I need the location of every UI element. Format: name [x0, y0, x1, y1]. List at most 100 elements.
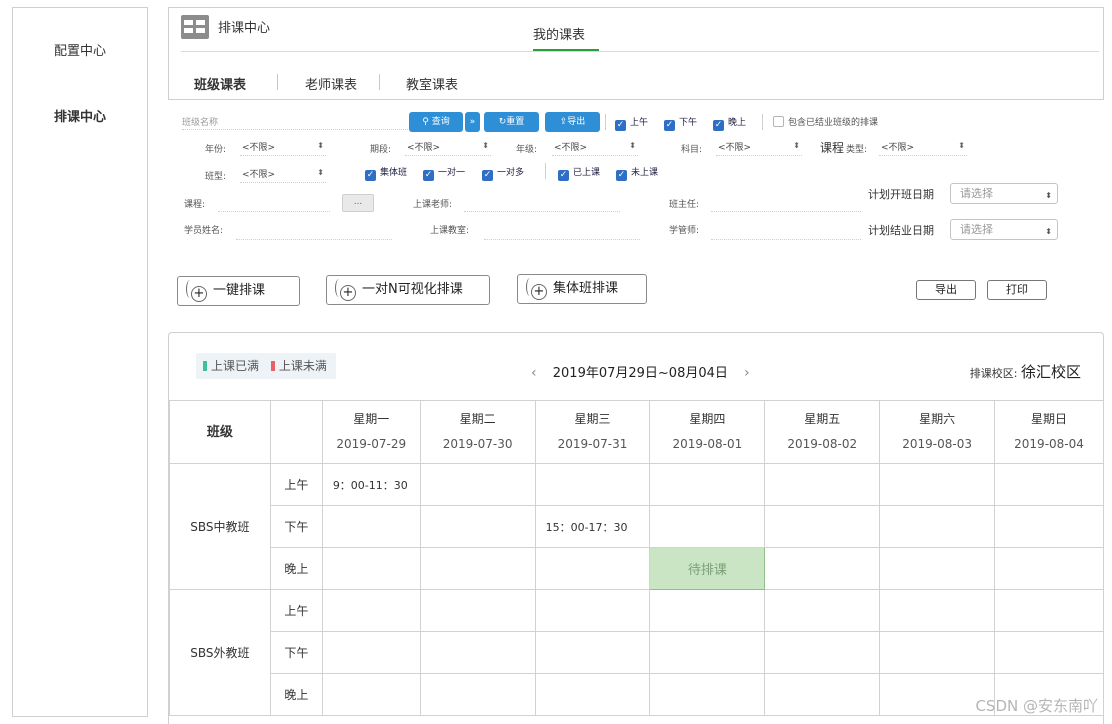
class-name-input[interactable]: 班级名称: [182, 115, 408, 130]
sidebar-item-config-center[interactable]: 配置中心: [13, 40, 147, 59]
schedule-cell[interactable]: [649, 463, 766, 506]
tab-teacher-schedule[interactable]: 老师课表: [305, 74, 357, 93]
day-name: 星期日: [1031, 412, 1068, 426]
schedule-cell[interactable]: [879, 547, 996, 590]
schedule-cell[interactable]: [879, 631, 996, 674]
checkbox-evening[interactable]: ✓ 晚上: [713, 115, 746, 131]
schedule-cell[interactable]: 15：00-17：30: [534, 505, 651, 548]
classroom-label: 上课教室:: [430, 226, 470, 236]
schedule-cell[interactable]: [994, 547, 1104, 590]
print-button[interactable]: 打印: [987, 280, 1047, 300]
schedule-cell[interactable]: [994, 463, 1104, 506]
export-filter-button-label: 导出: [567, 117, 586, 127]
schedule-cell[interactable]: [649, 589, 766, 632]
checkbox-attended[interactable]: ✓ 已上课: [558, 165, 600, 181]
tab-classroom-schedule[interactable]: 教室课表: [406, 74, 458, 93]
checkbox-one-to-one[interactable]: ✓ 一对一: [423, 165, 465, 181]
schedule-cell[interactable]: [419, 463, 536, 506]
tab-class-schedule[interactable]: 班级课表: [194, 74, 246, 93]
course-type-select[interactable]: <不限> ⬍: [879, 140, 967, 156]
export-button[interactable]: 导出: [916, 280, 976, 300]
schedule-cell[interactable]: [649, 673, 766, 716]
schedule-cell[interactable]: [419, 631, 536, 674]
grade-select-value: <不限>: [554, 143, 588, 153]
schedule-cell[interactable]: [419, 547, 536, 590]
schedule-cell[interactable]: [419, 505, 536, 548]
schedule-cell[interactable]: [649, 631, 766, 674]
period-column-header: [269, 400, 323, 464]
schedule-cell[interactable]: [321, 631, 421, 674]
query-button[interactable]: ⚲ 查询: [409, 112, 463, 132]
year-select[interactable]: <不限> ⬍: [240, 140, 326, 156]
schedule-cell[interactable]: [321, 547, 421, 590]
start-date-select[interactable]: 请选择 ⬍: [950, 183, 1058, 204]
schedule-cell[interactable]: [534, 589, 651, 632]
schedule-cell[interactable]: [764, 547, 881, 590]
checkbox-one-to-many[interactable]: ✓ 一对多: [482, 165, 524, 181]
course-input[interactable]: [218, 197, 330, 212]
schedule-cell[interactable]: [764, 463, 881, 506]
head-teacher-input[interactable]: [711, 197, 861, 212]
campus-selector[interactable]: 排课校区: 徐汇校区: [970, 361, 1081, 382]
course-type-prefix: 课程: [820, 141, 845, 155]
one-to-n-schedule-button[interactable]: + 一对N可视化排课: [326, 275, 490, 305]
schedule-cell[interactable]: [994, 505, 1104, 548]
schedule-cell[interactable]: [534, 631, 651, 674]
one-to-n-schedule-label: 一对N可视化排课: [362, 282, 463, 297]
schedule-cell[interactable]: [321, 673, 421, 716]
subject-select-value: <不限>: [718, 143, 752, 153]
checkbox-afternoon[interactable]: ✓ 下午: [664, 115, 697, 131]
schedule-cell[interactable]: [879, 505, 996, 548]
checkbox-morning[interactable]: ✓ 上午: [615, 115, 648, 131]
schedule-cell[interactable]: [321, 505, 421, 548]
schedule-cell[interactable]: [994, 589, 1104, 632]
check-icon: ✓: [423, 170, 434, 181]
schedule-cell[interactable]: [764, 589, 881, 632]
schedule-cell[interactable]: [534, 673, 651, 716]
teacher-input[interactable]: [464, 197, 620, 212]
chevron-left-icon[interactable]: ‹: [531, 365, 537, 381]
end-date-select[interactable]: 请选择 ⬍: [950, 219, 1058, 240]
one-click-schedule-button[interactable]: + 一键排课: [177, 276, 300, 306]
plus-circle-icon: +: [340, 285, 356, 301]
chevron-right-icon[interactable]: ›: [744, 365, 750, 381]
schedule-cell[interactable]: [419, 589, 536, 632]
course-picker-button[interactable]: ...: [342, 194, 374, 212]
sidebar-item-scheduling-center[interactable]: 排课中心: [13, 106, 147, 125]
schedule-cell[interactable]: [764, 673, 881, 716]
schedule-cell[interactable]: [764, 631, 881, 674]
checkbox-group-class[interactable]: ✓ 集体班: [365, 165, 407, 181]
checkbox-label: 晚上: [728, 118, 747, 128]
group-class-schedule-button[interactable]: + 集体班排课: [517, 274, 647, 304]
legend-swatch: [203, 361, 207, 371]
term-select[interactable]: <不限> ⬍: [405, 140, 491, 156]
schedule-cell[interactable]: [649, 505, 766, 548]
schedule-cell[interactable]: [419, 673, 536, 716]
teacher-label: 上课老师:: [413, 200, 453, 210]
student-input[interactable]: [236, 225, 392, 240]
legend-item-not-full: 上课未满: [270, 359, 327, 373]
manager-input[interactable]: [711, 225, 861, 240]
schedule-cell[interactable]: [534, 547, 651, 590]
schedule-cell[interactable]: 9：00-11：30: [321, 463, 421, 506]
tab-my-schedule[interactable]: 我的课表: [533, 24, 585, 43]
schedule-cell[interactable]: [321, 589, 421, 632]
campus-label: 排课校区:: [969, 367, 1018, 380]
schedule-cell[interactable]: [534, 463, 651, 506]
subject-select[interactable]: <不限> ⬍: [716, 140, 802, 156]
reset-button[interactable]: ↻重置: [484, 112, 539, 132]
export-filter-button[interactable]: ⇪导出: [545, 112, 600, 132]
day-name: 星期五: [804, 412, 841, 426]
schedule-cell[interactable]: [764, 505, 881, 548]
expand-toggle-button[interactable]: »: [465, 112, 480, 132]
class-type-select[interactable]: <不限> ⬍: [240, 167, 326, 183]
schedule-cell[interactable]: [879, 589, 996, 632]
grade-select[interactable]: <不限> ⬍: [552, 140, 638, 156]
classroom-input[interactable]: [484, 225, 640, 240]
checkbox-include-closed[interactable]: 包含已结业班级的排课: [773, 115, 878, 128]
chevron-up-icon: »: [469, 117, 476, 127]
pending-schedule-cell[interactable]: 待排课: [649, 547, 766, 590]
schedule-cell[interactable]: [994, 631, 1104, 674]
checkbox-not-attended[interactable]: ✓ 未上课: [616, 165, 658, 181]
schedule-cell[interactable]: [879, 463, 996, 506]
